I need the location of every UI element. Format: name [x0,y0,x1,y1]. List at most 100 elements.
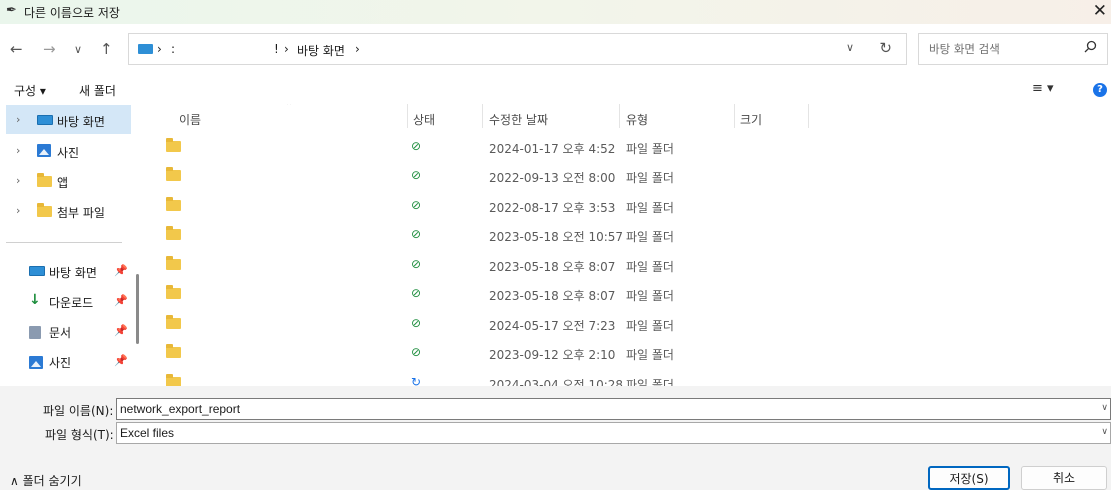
nav-scrollbar[interactable] [136,274,139,344]
expand-chevron-icon[interactable]: › [16,144,20,157]
file-row[interactable]: ⊘ 2022-08-17 오후 3:53 파일 폴더 [145,192,1111,221]
expand-chevron-icon[interactable]: › [16,113,20,126]
organize-menu-button[interactable]: 구성 ▾ [14,82,46,99]
file-row[interactable]: ⊘ 2023-05-18 오후 8:07 파일 폴더 [145,280,1111,309]
chevron-down-icon[interactable]: ∨ [1101,403,1108,413]
nav-item-label: 앱 [57,176,69,190]
file-row[interactable]: ⊘ 2023-05-18 오후 8:07 파일 폴더 [145,251,1111,280]
folder-icon [166,285,181,299]
file-modified: 2022-08-17 오후 3:53 [489,201,616,215]
file-modified: 2024-03-04 오전 10:28 [489,378,624,386]
document-icon [29,326,41,339]
column-size[interactable]: 크기 [740,111,762,128]
pin-icon: 📌 [114,354,128,367]
column-type[interactable]: 유형 [626,111,648,128]
file-modified: 2023-05-18 오후 8:07 [489,260,616,274]
nav-item-desktop[interactable]: › 바탕 화면 [6,105,131,134]
hide-folders-toggle[interactable]: ∧ 폴더 숨기기 [10,472,82,489]
quick-access-desktop[interactable]: 바탕 화면 📌 [22,257,132,286]
column-divider[interactable] [619,104,620,128]
column-divider[interactable] [808,104,809,128]
nav-divider [6,242,122,243]
folder-icon [166,315,181,329]
filetype-select[interactable]: Excel files ∨ [116,422,1111,444]
up-arrow-icon[interactable]: ↑ [100,40,113,58]
breadcrumb-separator[interactable]: › [355,42,360,56]
file-row[interactable]: ⊘ 2024-01-17 오후 4:52 파일 폴더 [145,133,1111,162]
column-divider[interactable] [407,104,408,128]
folder-icon [166,167,181,181]
save-button[interactable]: 저장(S) [928,466,1010,490]
filename-value[interactable]: network_export_report [120,402,240,416]
file-modified: 2023-09-12 오후 2:10 [489,348,616,362]
file-type: 파일 폴더 [626,230,674,244]
download-icon: ↓ [29,292,41,308]
file-type: 파일 폴더 [626,260,674,274]
save-options-panel: 파일 이름(N): network_export_report ∨ 파일 형식(… [0,386,1111,490]
help-icon[interactable]: ? [1093,83,1107,97]
expand-chevron-icon[interactable]: › [16,174,20,187]
address-dropdown-icon[interactable]: ∨ [846,41,854,54]
chevron-down-icon[interactable]: ∨ [1101,427,1108,437]
file-type: 파일 폴더 [626,348,674,362]
expand-chevron-icon[interactable]: › [16,204,20,217]
quick-access-pictures[interactable]: 사진 📌 [22,347,132,376]
quick-access-downloads[interactable]: ↓ 다운로드 📌 [22,287,132,316]
pictures-icon [29,356,43,369]
refresh-icon[interactable]: ↻ [879,39,892,57]
column-divider[interactable] [482,104,483,128]
filetype-value: Excel files [120,426,175,440]
file-modified: 2022-09-13 오전 8:00 [489,171,616,185]
file-row[interactable]: ⊘ 2023-05-18 오전 10:57 파일 폴더 [145,221,1111,250]
folder-icon [37,203,52,217]
address-bar[interactable]: › : ! › 바탕 화면 › ∨ ↻ [128,33,907,65]
window-title: 다른 이름으로 저장 [24,6,120,20]
back-arrow-icon[interactable]: ← [10,40,23,58]
column-divider[interactable] [734,104,735,128]
breadcrumb-separator[interactable]: › [157,42,162,56]
cancel-button[interactable]: 취소 [1021,466,1107,490]
file-row[interactable]: ⊘ 2024-05-17 오전 7:23 파일 폴더 [145,310,1111,339]
pictures-icon [37,144,51,157]
forward-arrow-icon[interactable]: → [43,40,56,58]
desktop-icon [29,266,45,276]
file-modified: 2024-05-17 오전 7:23 [489,319,616,333]
search-box[interactable]: 바탕 화면 검색 [918,33,1108,65]
file-type: 파일 폴더 [626,378,674,386]
close-icon[interactable]: ✕ [1093,1,1107,21]
nav-item-pictures[interactable]: › 사진 [6,136,131,165]
column-name[interactable]: 이름 [179,111,201,128]
file-row[interactable]: ↻ 2024-03-04 오전 10:28 파일 폴더 [145,369,1111,386]
recent-locations-icon[interactable]: ∨ [74,43,82,56]
file-modified: 2023-05-18 오후 8:07 [489,289,616,303]
filetype-label: 파일 형식(T): [45,428,114,442]
folder-icon [166,256,181,270]
folder-icon [166,374,181,386]
file-row[interactable]: ⊘ 2023-09-12 오후 2:10 파일 폴더 [145,339,1111,368]
synced-status-icon: ⊘ [411,139,422,153]
filename-input[interactable]: network_export_report ∨ [116,398,1111,420]
quick-access-documents[interactable]: 문서 📌 [22,317,132,346]
breadcrumb-desktop[interactable]: 바탕 화면 [297,42,345,59]
nav-item-label: 첨부 파일 [57,206,105,220]
synced-status-icon: ⊘ [411,286,422,300]
file-row[interactable]: ⊘ 2022-09-13 오전 8:00 파일 폴더 [145,162,1111,191]
desktop-icon [37,115,53,125]
search-icon [1084,40,1097,57]
file-type: 파일 폴더 [626,201,674,215]
new-folder-button[interactable]: 새 폴더 [79,82,116,99]
nav-item-apps[interactable]: › 앱 [6,166,131,195]
nav-item-attachments[interactable]: › 첨부 파일 [6,196,131,225]
breadcrumb-separator[interactable]: › [284,42,289,56]
command-bar: 구성 ▾ 새 폴더 ≡ ▾ ? [0,76,1111,102]
view-options-icon[interactable]: ≡ ▾ [1032,81,1054,96]
quick-access-label: 문서 [49,326,72,340]
synced-status-icon: ⊘ [411,345,422,359]
syncing-status-icon: ↻ [411,375,422,386]
column-status[interactable]: 상태 [413,111,435,128]
file-type: 파일 폴더 [626,171,674,185]
sort-ascending-icon: ⌃ [285,104,294,112]
pin-icon: 📌 [114,294,128,307]
folder-icon [166,226,181,240]
column-modified[interactable]: 수정한 날짜 [489,111,548,128]
